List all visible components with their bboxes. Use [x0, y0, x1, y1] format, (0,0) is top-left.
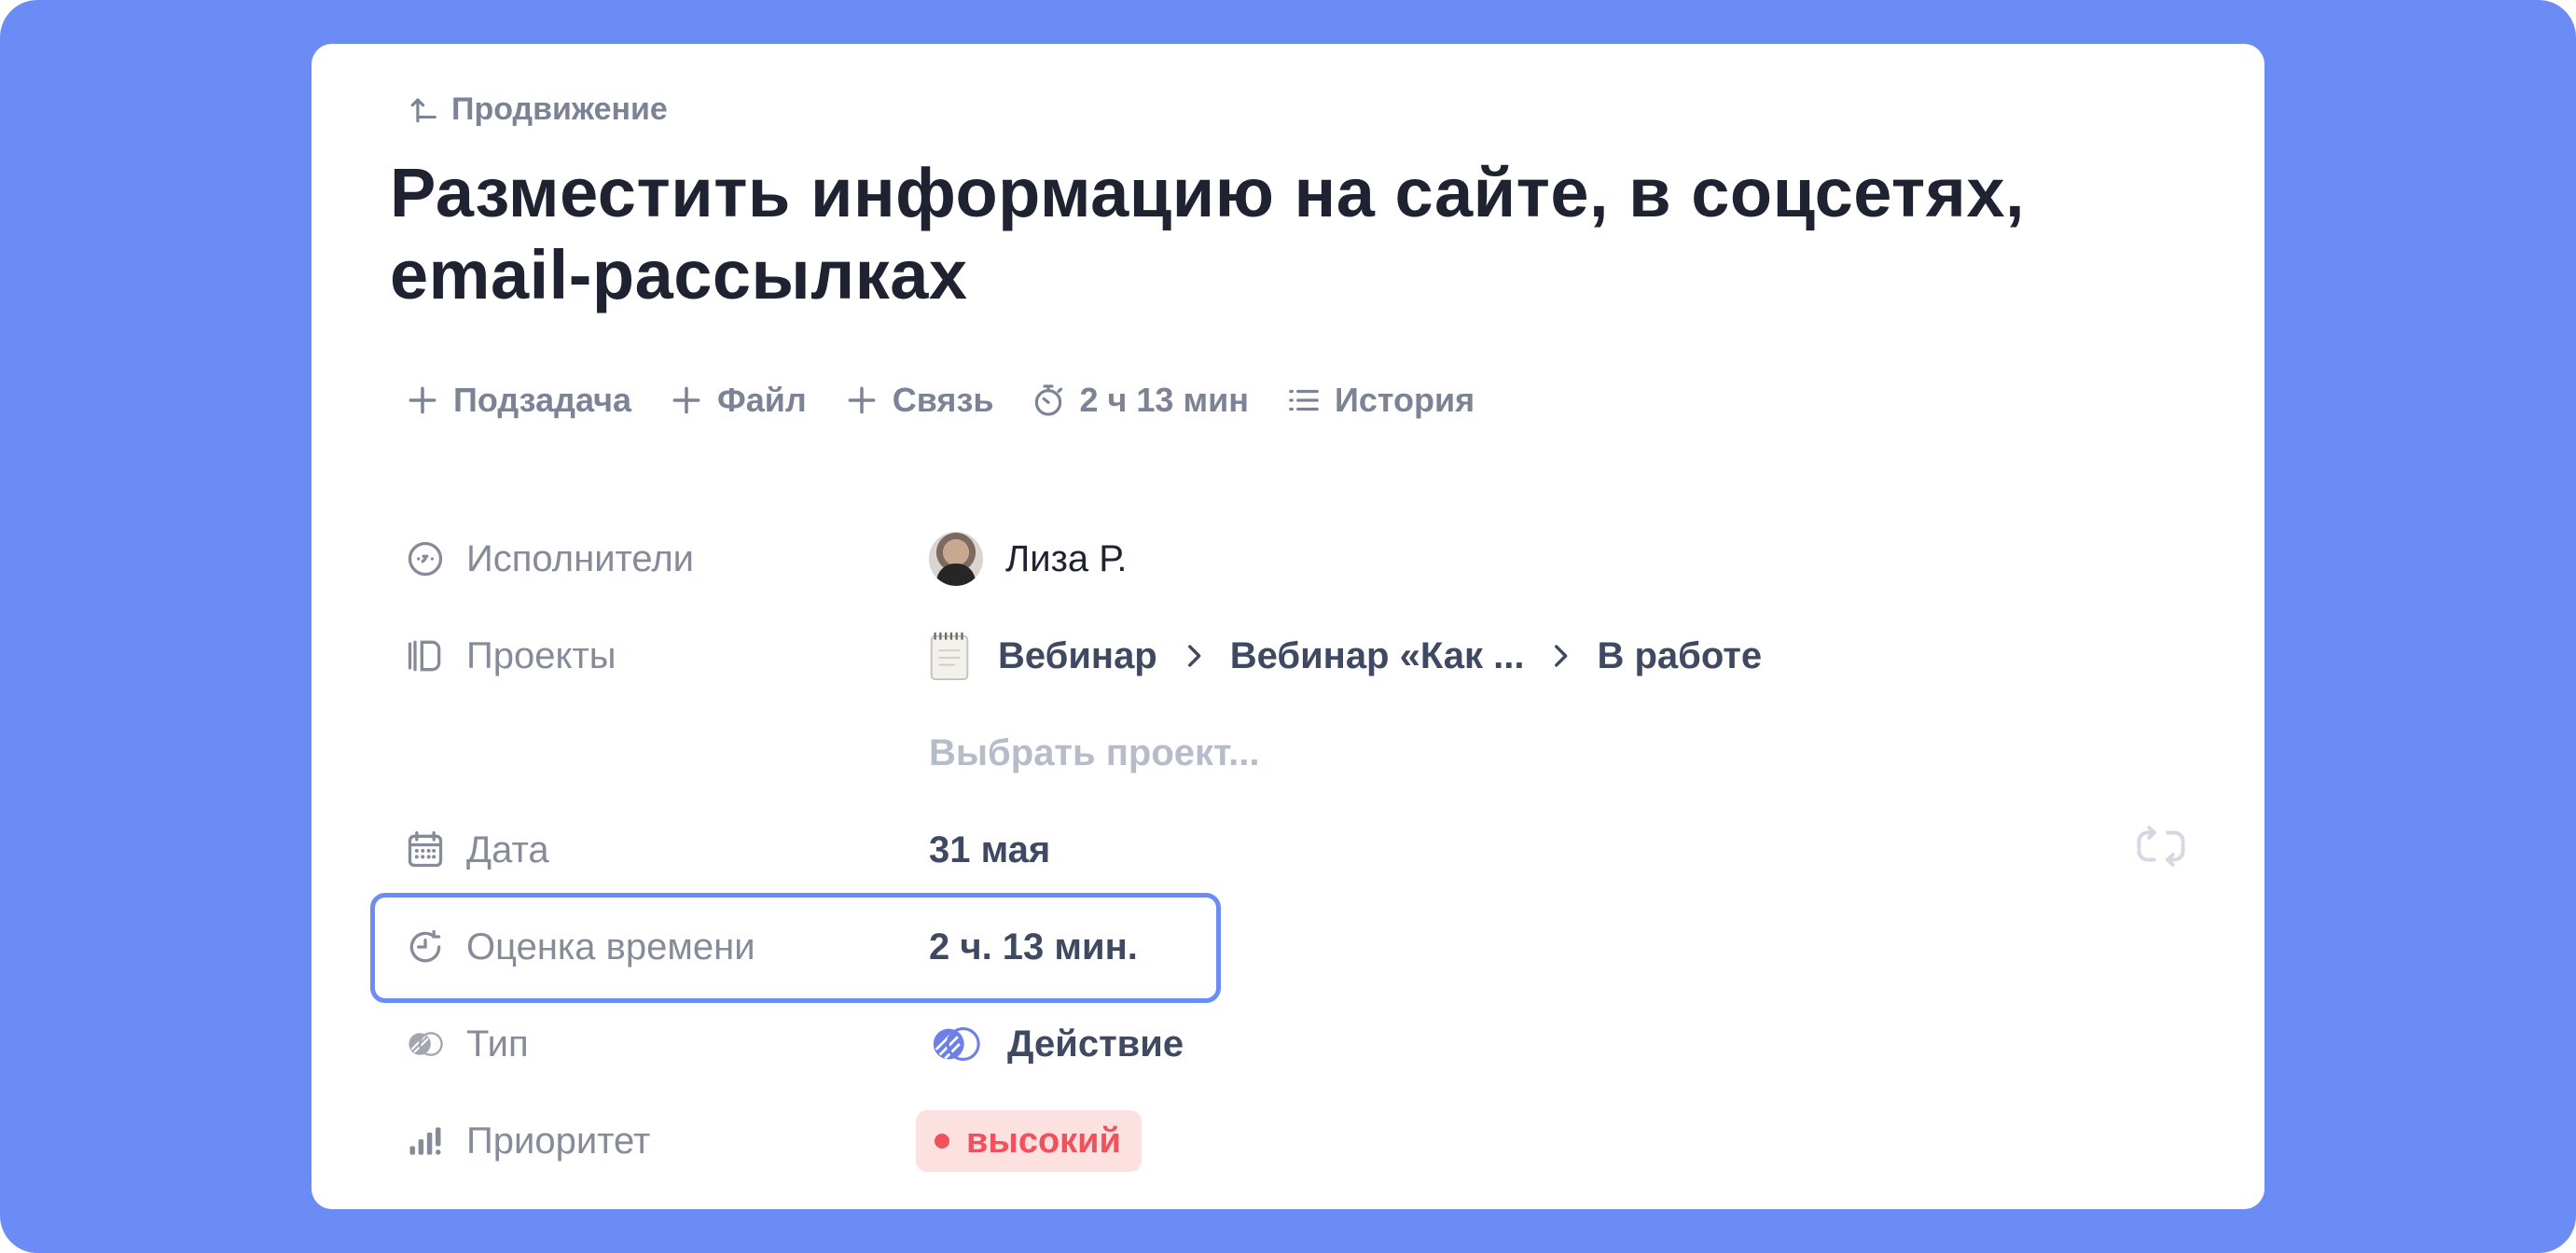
background-frame: Продвижение Разместить информацию на сай…: [0, 0, 2576, 1253]
field-assignees-label: Исполнители: [466, 537, 695, 579]
return-up-icon: [410, 98, 436, 123]
repeat-icon[interactable]: [2134, 826, 2188, 867]
choose-project-link[interactable]: Выбрать проект...: [929, 732, 1259, 774]
project-path-item[interactable]: Вебинар «Как ...: [1230, 635, 1525, 677]
choose-project[interactable]: Выбрать проект...: [929, 725, 1259, 781]
type-value-label: Действие: [1007, 1023, 1184, 1065]
breadcrumb-parent[interactable]: Продвижение: [451, 91, 668, 128]
calendar-icon: [408, 831, 443, 868]
field-date-label: Дата: [466, 828, 549, 870]
add-file-button[interactable]: Файл: [669, 381, 807, 420]
add-subtask-button[interactable]: Подзадача: [405, 381, 631, 420]
history-button[interactable]: История: [1286, 381, 1475, 420]
timer-label: 2 ч 13 мин: [1079, 381, 1249, 419]
plus-icon: [848, 386, 876, 414]
project-path[interactable]: Вебинар Вебинар «Как ... В работе: [929, 631, 1762, 681]
field-priority: Приоритет высокий: [405, 1110, 1142, 1172]
add-link-label: Связь: [892, 381, 994, 419]
chevron-right-icon: [1187, 645, 1201, 667]
project-path-item[interactable]: В работе: [1597, 635, 1762, 677]
field-estimate: Оценка времени 2 ч. 13 мин.: [405, 919, 1138, 975]
field-estimate-label: Оценка времени: [466, 926, 755, 968]
clock-estimate-icon: [409, 929, 441, 963]
add-file-label: Файл: [717, 381, 807, 419]
add-link-button[interactable]: Связь: [844, 381, 994, 420]
field-assignees: Исполнители Лиза Р.: [405, 531, 1128, 587]
plus-icon: [409, 386, 436, 414]
project-path-item[interactable]: Вебинар: [998, 635, 1157, 677]
chevron-right-icon: [1555, 645, 1568, 667]
task-title[interactable]: Разместить информацию на сайте, в соцсет…: [390, 152, 2190, 316]
field-type: Тип Действие: [405, 1016, 1184, 1072]
field-type-label: Тип: [466, 1023, 529, 1065]
priority-bars-icon: [409, 1127, 441, 1155]
history-label: История: [1334, 381, 1475, 419]
add-subtask-label: Подзадача: [453, 381, 632, 419]
assignee-value[interactable]: Лиза Р.: [929, 532, 1128, 586]
notepad-icon: [930, 632, 969, 681]
field-projects-label: Проекты: [466, 634, 616, 676]
stopwatch-icon: [1035, 384, 1063, 416]
task-card: Продвижение Разместить информацию на сай…: [312, 44, 2264, 1209]
avatar: [929, 532, 983, 586]
action-type-icon: [933, 1027, 980, 1061]
assignee-icon: [408, 541, 443, 577]
date-value[interactable]: 31 мая: [929, 829, 1050, 871]
field-projects: Проекты Вебинар Вебинар «Как ... В работ…: [405, 628, 1762, 684]
timer-button[interactable]: 2 ч 13 мин: [1031, 381, 1249, 420]
priority-badge[interactable]: высокий: [916, 1110, 1142, 1172]
projects-icon: [408, 640, 441, 672]
action-bar: Подзадача Файл Связь 2 ч 13 мин История: [405, 374, 1475, 426]
breadcrumb[interactable]: Продвижение: [409, 89, 668, 130]
estimate-value[interactable]: 2 ч. 13 мин.: [929, 926, 1138, 968]
priority-value: высокий: [966, 1121, 1121, 1161]
priority-dot: [935, 1134, 949, 1149]
plus-icon: [672, 386, 700, 414]
type-icon: [409, 1032, 443, 1056]
field-date: Дата 31 мая: [405, 822, 1050, 878]
field-priority-label: Приоритет: [466, 1120, 651, 1162]
type-value[interactable]: Действие: [929, 1023, 1184, 1065]
list-icon: [1289, 389, 1319, 411]
assignee-name[interactable]: Лиза Р.: [1005, 538, 1128, 580]
